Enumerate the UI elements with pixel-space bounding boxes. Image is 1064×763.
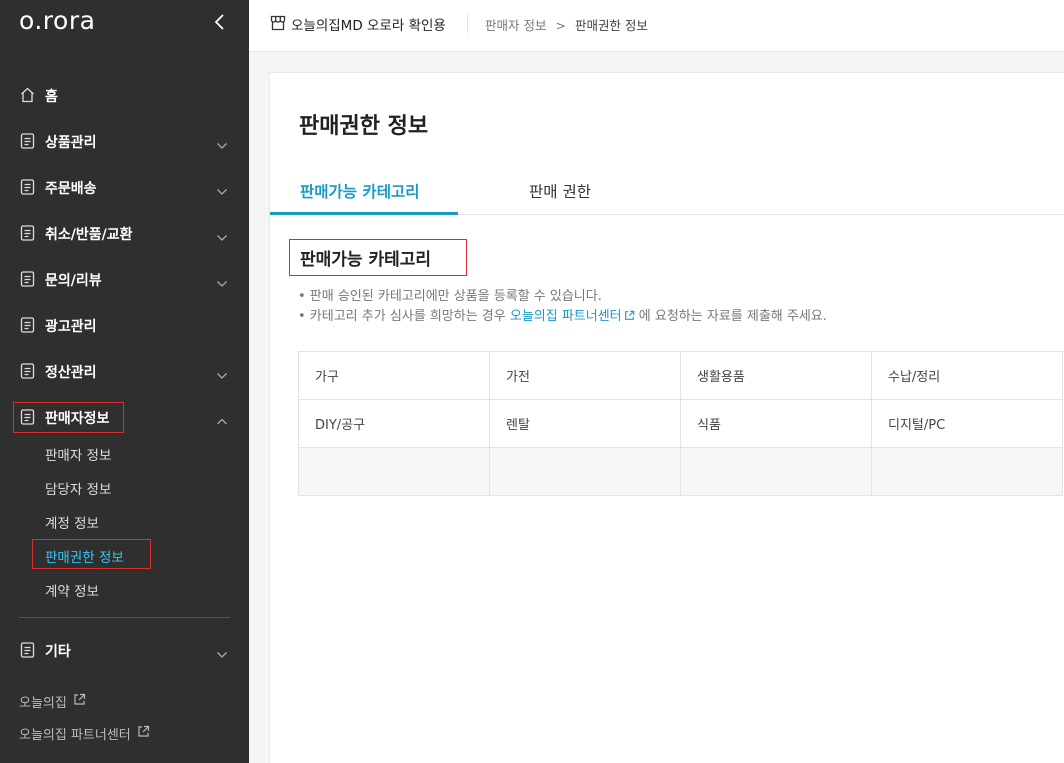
document-icon — [20, 133, 35, 149]
breadcrumb-parent[interactable]: 판매자 정보 — [485, 18, 546, 33]
sub-item-contract-info[interactable]: 계약 정보 — [45, 580, 99, 600]
chevron-up-icon — [216, 412, 228, 425]
nav-label: 홈 — [45, 89, 58, 105]
tab-sales-permission[interactable]: 판매 권한 — [529, 180, 591, 202]
sub-item-permission-info[interactable]: 판매권한 정보 — [45, 546, 124, 566]
page-title: 판매권한 정보 — [299, 114, 429, 139]
link-label: 오늘의집 — [19, 696, 67, 711]
nav-label: 광고관리 — [45, 319, 97, 335]
info-note: • 카테고리 추가 심사를 희망하는 경우 오늘의집 파트너센터 에 요청하는 … — [298, 305, 827, 324]
document-icon — [20, 642, 35, 658]
nav-label: 문의/리뷰 — [45, 273, 102, 289]
nav-item-home[interactable]: 홈 — [0, 80, 249, 110]
nav-item-seller-info[interactable]: 판매자정보 — [0, 402, 249, 432]
home-icon — [20, 87, 35, 103]
note-text: 에 요청하는 자료를 제출해 주세요. — [634, 309, 827, 324]
table-cell: 가전 — [489, 351, 681, 400]
sub-item-account-info[interactable]: 계정 정보 — [45, 512, 99, 532]
link-partner-center[interactable]: 오늘의집 파트너센터 — [19, 724, 150, 743]
nav-label: 정산관리 — [45, 365, 97, 381]
nav-label: 판매자정보 — [45, 411, 110, 427]
chevron-down-icon — [216, 136, 228, 149]
table-cell: 식품 — [680, 399, 872, 448]
breadcrumb-current: 판매권한 정보 — [574, 18, 648, 33]
table-row — [298, 447, 1063, 496]
active-tab-indicator — [270, 212, 458, 215]
table-cell: 가구 — [298, 351, 490, 400]
document-icon — [20, 363, 35, 379]
external-link-icon — [137, 725, 150, 742]
breadcrumb: 판매자 정보 > 판매권한 정보 — [485, 15, 648, 34]
document-icon — [20, 271, 35, 287]
category-table: 가구 가전 생활용품 수납/정리 DIY/공구 렌탈 식품 디지털/PC — [298, 351, 1063, 496]
table-cell: 수납/정리 — [871, 351, 1063, 400]
top-header: 오늘의집MD 오로라 확인용 판매자 정보 > 판매권한 정보 — [249, 0, 1064, 52]
nav-label: 상품관리 — [45, 135, 97, 151]
table-cell: 생활용품 — [680, 351, 872, 400]
sidebar-divider — [19, 617, 230, 618]
chevron-down-icon — [216, 182, 228, 195]
link-ohouse[interactable]: 오늘의집 — [19, 692, 86, 711]
info-note: • 판매 승인된 카테고리에만 상품을 등록할 수 있습니다. — [298, 289, 602, 304]
table-row: DIY/공구 렌탈 식품 디지털/PC — [298, 399, 1063, 448]
header-divider — [467, 13, 468, 33]
nav-item-etc[interactable]: 기타 — [0, 635, 249, 665]
external-link-icon — [624, 310, 634, 320]
link-label: 오늘의집 파트너센터 — [19, 728, 131, 743]
table-cell — [489, 447, 681, 496]
nav-label: 취소/반품/교환 — [45, 227, 133, 243]
chevron-down-icon — [216, 274, 228, 287]
table-cell — [680, 447, 872, 496]
table-cell — [298, 447, 490, 496]
table-cell: 디지털/PC — [871, 399, 1063, 448]
link-label: 오늘의집 파트너센터 — [509, 309, 622, 324]
nav-label: 주문배송 — [45, 181, 97, 197]
tab-available-categories[interactable]: 판매가능 카테고리 — [300, 180, 419, 202]
chevron-down-icon — [216, 366, 228, 379]
table-cell: 렌탈 — [489, 399, 681, 448]
sub-item-manager-info[interactable]: 담당자 정보 — [45, 478, 111, 498]
nav-item-inquiries[interactable]: 문의/리뷰 — [0, 264, 249, 294]
breadcrumb-separator: > — [555, 18, 566, 33]
document-icon — [20, 179, 35, 195]
nav-item-ads[interactable]: 광고관리 — [0, 310, 249, 340]
sub-item-seller-info[interactable]: 판매자 정보 — [45, 444, 111, 464]
logo[interactable]: o.rora — [19, 6, 95, 35]
nav-item-settlement[interactable]: 정산관리 — [0, 356, 249, 386]
document-icon — [20, 409, 35, 425]
partner-center-link[interactable]: 오늘의집 파트너센터 — [510, 309, 635, 324]
store-name[interactable]: 오늘의집MD 오로라 확인용 — [291, 14, 446, 34]
collapse-sidebar-icon[interactable] — [212, 12, 228, 32]
document-icon — [20, 317, 35, 333]
nav-item-orders[interactable]: 주문배송 — [0, 172, 249, 202]
note-text: • 카테고리 추가 심사를 희망하는 경우 — [298, 309, 510, 324]
chevron-down-icon — [216, 228, 228, 241]
nav-label: 기타 — [45, 644, 71, 660]
table-row: 가구 가전 생활용품 수납/정리 — [298, 351, 1063, 400]
external-link-icon — [73, 693, 86, 710]
table-cell: DIY/공구 — [298, 399, 490, 448]
chevron-down-icon — [216, 645, 228, 658]
nav-item-products[interactable]: 상품관리 — [0, 126, 249, 156]
main-panel: 판매권한 정보 판매가능 카테고리 판매 권한 판매가능 카테고리 • 판매 승… — [269, 72, 1064, 763]
section-title: 판매가능 카테고리 — [300, 250, 432, 270]
table-cell — [871, 447, 1063, 496]
document-icon — [20, 225, 35, 241]
nav-item-returns[interactable]: 취소/반품/교환 — [0, 218, 249, 248]
store-icon — [270, 15, 286, 31]
sidebar: o.rora 홈 상품관리 주문배송 취소/반품/교환 문의/리뷰 광고관리 정… — [0, 0, 249, 763]
